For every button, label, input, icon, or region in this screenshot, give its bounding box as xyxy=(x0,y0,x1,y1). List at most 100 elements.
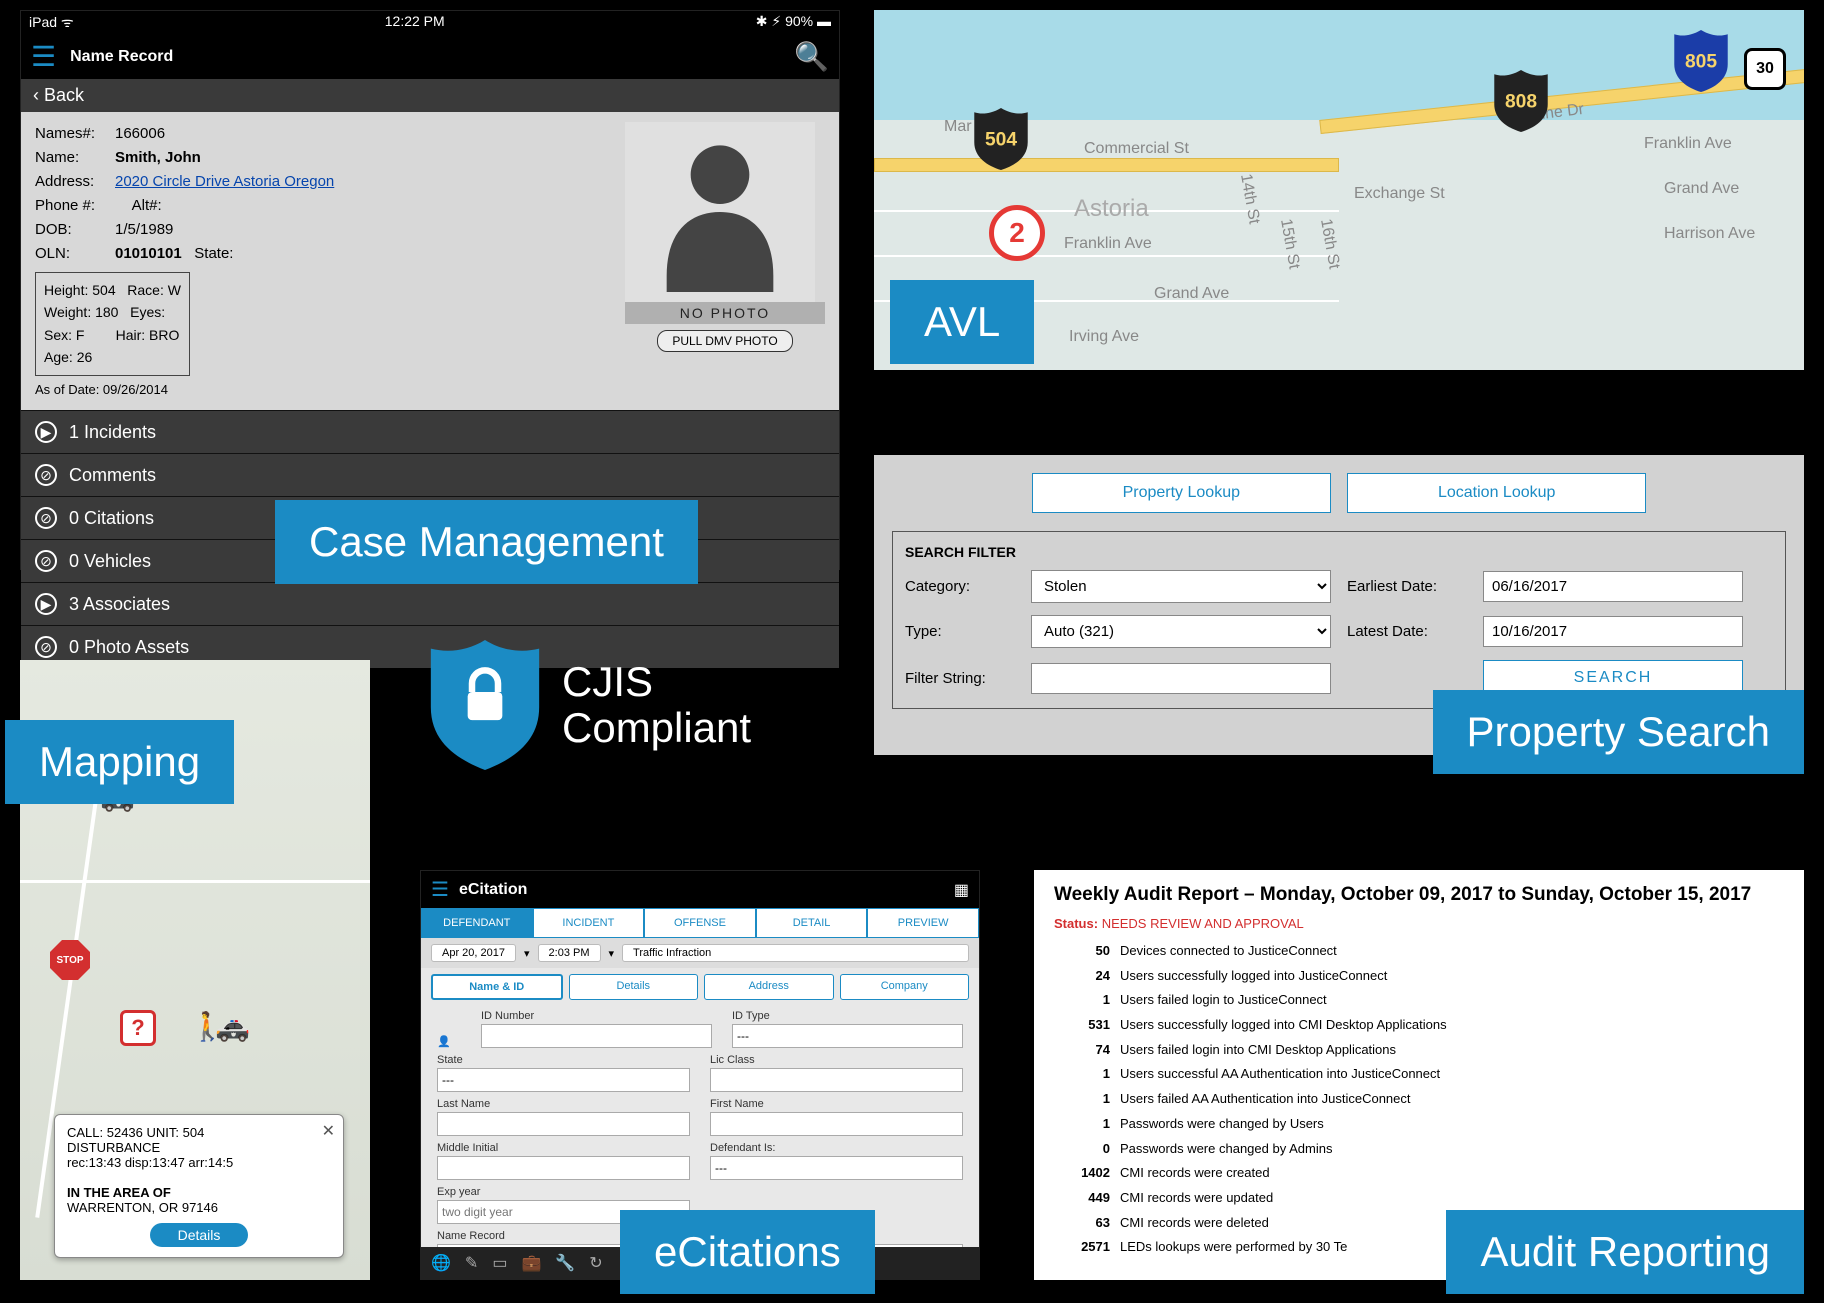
id-type-input[interactable] xyxy=(732,1024,963,1048)
type-label: Type: xyxy=(905,623,1015,640)
tab-property-lookup[interactable]: Property Lookup xyxy=(1032,473,1331,513)
stop-icon[interactable]: STOP xyxy=(50,940,90,980)
subtab-name-id[interactable]: Name & ID xyxy=(431,974,563,1000)
tab-detail[interactable]: DETAIL xyxy=(756,908,868,938)
close-icon[interactable]: ✕ xyxy=(322,1121,335,1141)
area-value: WARRENTON, OR 97146 xyxy=(67,1200,331,1215)
tab-location-lookup[interactable]: Location Lookup xyxy=(1347,473,1646,513)
screen-title: Name Record xyxy=(70,48,173,66)
label-mapping: Mapping xyxy=(5,720,234,804)
back-button[interactable]: ‹ Back xyxy=(21,79,839,112)
unit-badge-805[interactable]: 805 xyxy=(1674,30,1728,92)
tab-offense[interactable]: OFFENSE xyxy=(644,908,756,938)
filter-string-label: Filter String: xyxy=(905,670,1015,687)
tab-incident[interactable]: INCIDENT xyxy=(533,908,645,938)
label-case-management: Case Management xyxy=(275,500,698,584)
audit-title: Weekly Audit Report – Monday, October 09… xyxy=(1054,884,1784,906)
subtab-address[interactable]: Address xyxy=(704,974,834,1000)
incident-marker[interactable]: 2 xyxy=(989,205,1045,261)
menu-icon[interactable]: ☰ xyxy=(31,40,56,73)
audit-row: 74Users failed login into CMI Desktop Ap… xyxy=(1054,1038,1784,1063)
first-name-input[interactable] xyxy=(710,1112,963,1136)
address-link[interactable]: 2020 Circle Drive Astoria Oregon xyxy=(115,173,334,190)
middle-initial-input[interactable] xyxy=(437,1156,690,1180)
route-sign-30: 30 xyxy=(1744,48,1786,90)
clock: 12:22 PM xyxy=(385,13,445,32)
label-avl: AVL xyxy=(890,280,1034,364)
category-label: Category: xyxy=(905,578,1015,595)
svg-text:504: 504 xyxy=(985,129,1017,150)
record-fields: Names#:166006 Name:Smith, John Address:2… xyxy=(35,122,607,400)
audit-row: 1Users failed login to JusticeConnect xyxy=(1054,988,1784,1013)
unit-badge-808[interactable]: 808 xyxy=(1494,70,1548,132)
battery: ✱ ⚡︎ 90% ▬ xyxy=(756,13,831,32)
briefcase-icon[interactable]: 💼 xyxy=(521,1253,541,1273)
label-audit-reporting: Audit Reporting xyxy=(1446,1210,1804,1294)
audit-row: 50Devices connected to JusticeConnect xyxy=(1054,939,1784,964)
question-icon[interactable]: ? xyxy=(120,1010,156,1046)
lic-class-input[interactable] xyxy=(710,1068,963,1092)
type-select[interactable]: Auto (321) xyxy=(1031,615,1331,648)
last-name-input[interactable] xyxy=(437,1112,690,1136)
time-pill[interactable]: 2:03 PM xyxy=(538,944,601,962)
audit-row: 0Passwords were changed by Admins xyxy=(1054,1137,1784,1162)
latest-date-label: Latest Date: xyxy=(1347,623,1467,640)
call-times: rec:13:43 disp:13:47 arr:14:5 xyxy=(67,1155,331,1170)
call-popup: ✕ CALL: 52436 UNIT: 504 DISTURBANCE rec:… xyxy=(54,1114,344,1258)
category-select[interactable]: Stolen xyxy=(1031,570,1331,603)
date-pill[interactable]: Apr 20, 2017 xyxy=(431,944,516,962)
subtab-details[interactable]: Details xyxy=(569,974,699,1000)
globe-icon[interactable]: 🌐 xyxy=(431,1253,451,1273)
latest-date-input[interactable] xyxy=(1483,616,1743,647)
wrench-icon[interactable]: 🔧 xyxy=(555,1253,575,1273)
section-associates[interactable]: ▶3 Associates xyxy=(21,582,839,625)
call-id: CALL: 52436 UNIT: 504 xyxy=(67,1125,331,1140)
audit-row: 1402CMI records were created xyxy=(1054,1161,1784,1186)
label-property-search: Property Search xyxy=(1433,690,1804,774)
pull-dmv-photo-button[interactable]: PULL DMV PHOTO xyxy=(657,330,792,352)
audit-row: 1Users failed AA Authentication into Jus… xyxy=(1054,1087,1784,1112)
audit-row: 1Users successful AA Authentication into… xyxy=(1054,1062,1784,1087)
details-button[interactable]: Details xyxy=(150,1223,249,1247)
ecitation-title: eCitation xyxy=(459,881,527,899)
as-of-date: As of Date: 09/26/2014 xyxy=(35,380,607,401)
label-ecitations: eCitations xyxy=(620,1210,875,1294)
section-incidents[interactable]: ▶1 Incidents xyxy=(21,410,839,453)
state-input[interactable] xyxy=(437,1068,690,1092)
audit-row: 1Passwords were changed by Users xyxy=(1054,1112,1784,1137)
search-filter-title: SEARCH FILTER xyxy=(905,544,1773,560)
refresh-icon[interactable]: ↻ xyxy=(589,1253,602,1273)
unit-badge-504[interactable]: 504 xyxy=(974,108,1028,170)
id-number-input[interactable] xyxy=(481,1024,712,1048)
area-label: IN THE AREA OF xyxy=(67,1185,171,1200)
carrier: iPad ᯤ xyxy=(29,13,74,32)
card-icon[interactable]: ▭ xyxy=(492,1253,507,1273)
filter-string-input[interactable] xyxy=(1031,663,1331,694)
photo-placeholder xyxy=(625,122,815,302)
cjis-compliant-badge: CJISCompliant xyxy=(430,640,751,770)
audit-row: 449CMI records were updated xyxy=(1054,1186,1784,1211)
svg-text:805: 805 xyxy=(1685,51,1717,72)
audit-row: 531Users successfully logged into CMI De… xyxy=(1054,1013,1784,1038)
grid-icon[interactable]: ▦ xyxy=(954,880,969,900)
vehicle-icon-2[interactable]: 🚓 xyxy=(215,1010,250,1043)
tab-preview[interactable]: PREVIEW xyxy=(867,908,979,938)
call-type: DISTURBANCE xyxy=(67,1140,331,1155)
person-icon: 👤 xyxy=(437,1036,451,1048)
no-photo-label: NO PHOTO xyxy=(625,302,825,324)
menu-icon[interactable]: ☰ xyxy=(431,877,449,902)
audit-row: 24Users successfully logged into Justice… xyxy=(1054,964,1784,989)
earliest-date-label: Earliest Date: xyxy=(1347,578,1467,595)
search-icon[interactable]: 🔍 xyxy=(794,40,829,73)
svg-text:808: 808 xyxy=(1505,91,1537,112)
edit-icon[interactable]: ✎ xyxy=(465,1253,478,1273)
ipad-statusbar: iPad ᯤ 12:22 PM ✱ ⚡︎ 90% ▬ xyxy=(21,11,839,34)
subtab-company[interactable]: Company xyxy=(840,974,970,1000)
defendant-is-input[interactable] xyxy=(710,1156,963,1180)
section-comments[interactable]: ⊘Comments xyxy=(21,453,839,496)
shield-icon xyxy=(430,640,540,770)
earliest-date-input[interactable] xyxy=(1483,571,1743,602)
citation-type[interactable]: Traffic Infraction xyxy=(622,944,969,962)
tab-defendant[interactable]: DEFENDANT xyxy=(421,908,533,938)
case-management-panel: iPad ᯤ 12:22 PM ✱ ⚡︎ 90% ▬ ☰ Name Record… xyxy=(20,10,840,570)
